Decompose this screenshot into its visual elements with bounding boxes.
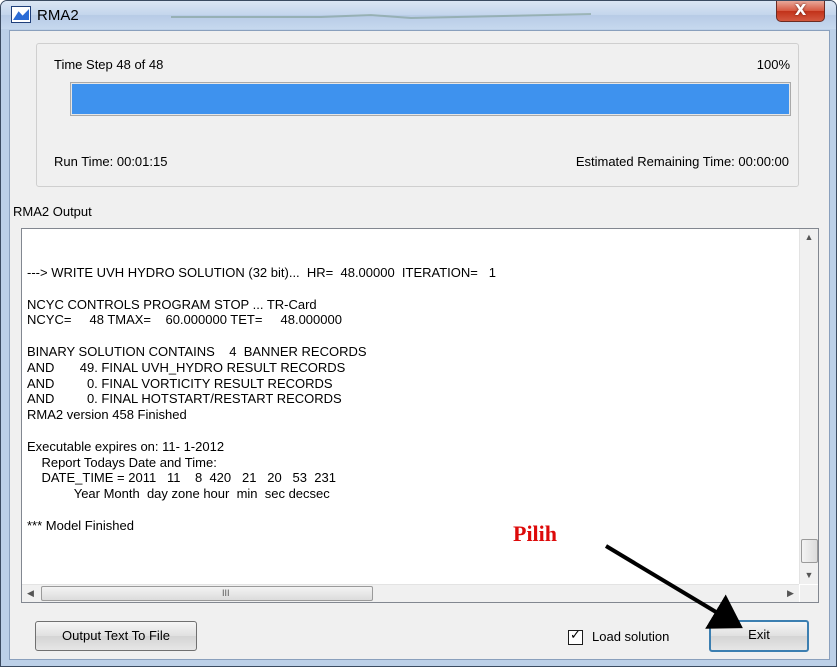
rma2-window: RMA2 X Time Step 48 of 48 100% Run Time:…	[0, 0, 837, 667]
annotation-label: Pilih	[513, 521, 558, 546]
annotation-arrow-icon	[604, 544, 743, 629]
